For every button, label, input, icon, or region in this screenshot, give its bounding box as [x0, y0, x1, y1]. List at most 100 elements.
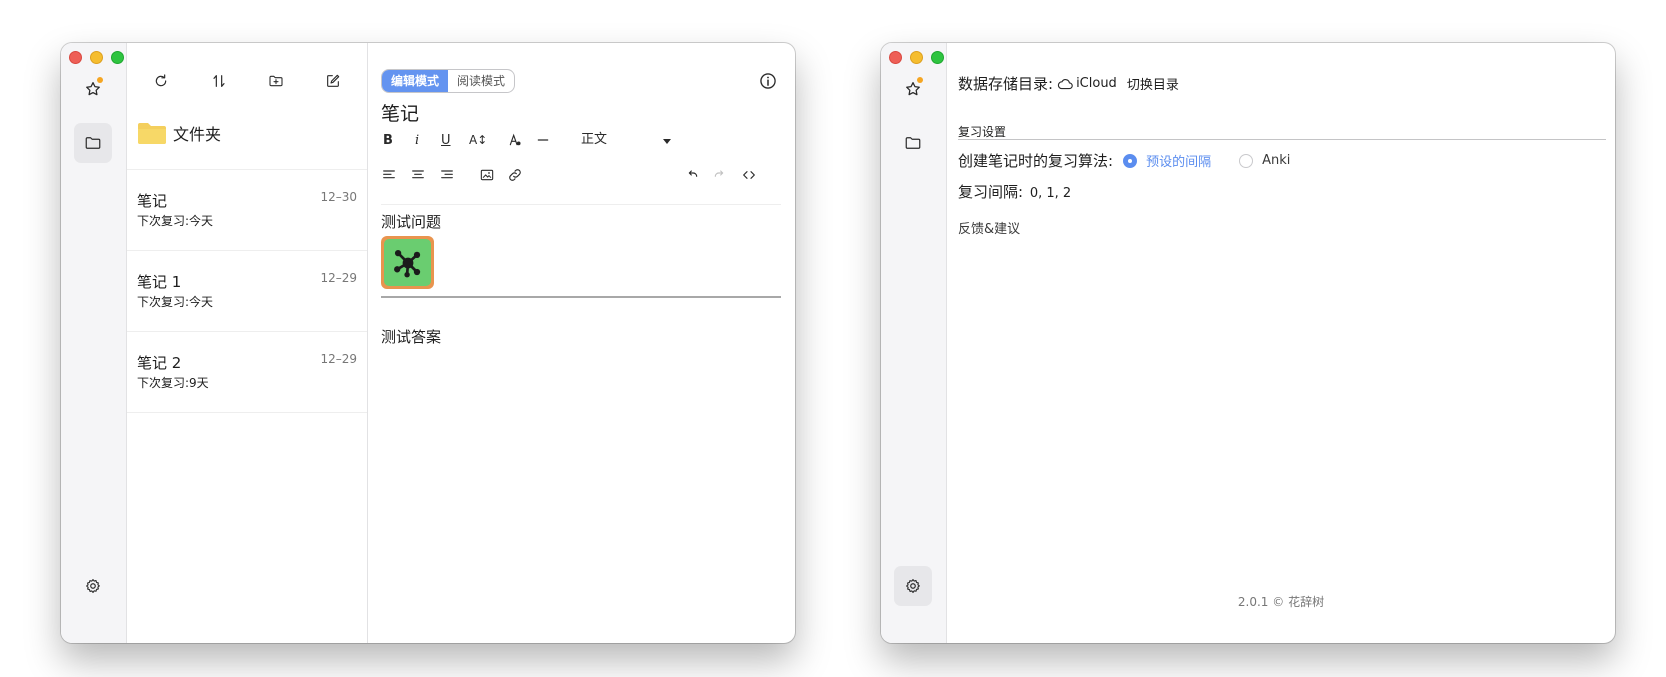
note-title-heading[interactable]: 笔记 — [381, 99, 419, 126]
close-button[interactable] — [889, 51, 902, 64]
radio-button[interactable] — [1123, 153, 1138, 168]
question-answer-separator — [381, 296, 781, 298]
preset-interval-option[interactable]: 预设的间隔 — [1123, 151, 1211, 170]
note-review-info: 下次复习:今天 — [137, 214, 214, 228]
insert-image-button[interactable] — [479, 163, 495, 187]
compose-button[interactable] — [323, 71, 343, 91]
image-icon — [480, 169, 494, 181]
cloud-icon — [1057, 78, 1073, 89]
embedded-image[interactable] — [381, 236, 434, 289]
insert-link-button[interactable] — [507, 163, 523, 187]
algorithm-row: 创建笔记时的复习算法: 预设的间隔 Anki — [958, 150, 1290, 171]
close-button[interactable] — [69, 51, 82, 64]
edit-mode-button[interactable]: 编辑模式 — [382, 70, 449, 92]
read-mode-button[interactable]: 阅读模式 — [448, 70, 514, 92]
redo-icon — [714, 170, 724, 177]
note-list-item[interactable]: 笔记 2 12–29 下次复习:9天 — [127, 332, 367, 413]
note-title: 笔记 1 — [137, 273, 182, 291]
info-icon[interactable] — [758, 71, 778, 91]
note-list-item[interactable]: 笔记 1 12–29 下次复习:今天 — [127, 251, 367, 332]
font-size-button[interactable]: A↕ — [469, 128, 487, 152]
redo-button[interactable] — [712, 163, 728, 187]
align-left-button[interactable] — [381, 163, 397, 187]
text-style-select[interactable]: 正文 — [581, 128, 671, 152]
horizontal-rule-icon — [537, 139, 549, 141]
window-controls — [69, 51, 124, 64]
gear-icon — [86, 579, 100, 593]
format-toolbar-row2 — [381, 163, 781, 187]
radio-button[interactable] — [1239, 153, 1254, 168]
network-icon — [393, 249, 420, 277]
undo-icon — [688, 170, 698, 177]
star-button[interactable] — [74, 69, 112, 109]
note-editor: 编辑模式 阅读模式 笔记 B i U A↕ 正文 测试问题 测试答案 — [368, 43, 795, 643]
storage-label: 数据存储目录: — [958, 75, 1054, 93]
new-folder-icon — [269, 75, 283, 87]
settings-button[interactable] — [894, 566, 932, 606]
link-icon — [509, 169, 521, 181]
minimize-button[interactable] — [90, 51, 103, 64]
interval-value[interactable]: 0, 1, 2 — [1030, 186, 1071, 201]
option-label: Anki — [1262, 153, 1291, 168]
sort-button[interactable] — [209, 71, 229, 91]
storage-row: 数据存储目录: iCloud 切换目录 — [958, 73, 1179, 94]
refresh-button[interactable] — [151, 71, 171, 91]
answer-text[interactable]: 测试答案 — [381, 326, 441, 347]
folder-name: 文件夹 — [173, 125, 222, 144]
interval-row: 复习间隔: 0, 1, 2 — [958, 181, 1071, 202]
section-divider — [958, 139, 1606, 140]
gear-icon — [906, 579, 920, 593]
chevron-down-icon — [663, 139, 671, 144]
zoom-button[interactable] — [111, 51, 124, 64]
folder-button[interactable] — [894, 123, 932, 163]
option-label: 预设的间隔 — [1146, 155, 1212, 170]
settings-window: 数据存储目录: iCloud 切换目录 复习设置 创建笔记时的复习算法: 预设的… — [881, 43, 1615, 643]
note-list-item[interactable]: 笔记 12–30 下次复习:今天 — [127, 170, 367, 251]
code-icon — [743, 171, 755, 179]
bold-button[interactable]: B — [383, 128, 393, 152]
feedback-link[interactable]: 反馈&建议 — [958, 218, 1020, 237]
text-style-value: 正文 — [581, 132, 608, 147]
note-date: 12–30 — [320, 190, 357, 204]
note-list-panel: 文件夹 笔记 12–30 下次复习:今天 笔记 1 12–29 下次复习:今天 … — [127, 43, 368, 643]
minimize-button[interactable] — [910, 51, 923, 64]
text-color-button[interactable] — [507, 128, 523, 152]
folder-icon — [85, 137, 101, 149]
switch-directory-button[interactable]: 切换目录 — [1127, 74, 1179, 93]
zoom-button[interactable] — [931, 51, 944, 64]
align-left-icon — [383, 170, 395, 179]
align-right-button[interactable] — [439, 163, 455, 187]
notification-dot — [97, 77, 103, 83]
note-title: 笔记 — [137, 192, 168, 210]
align-center-button[interactable] — [410, 163, 426, 187]
storage-value: iCloud — [1076, 76, 1117, 91]
sidebar-rail — [881, 43, 947, 643]
text-color-icon — [509, 133, 521, 146]
undo-button[interactable] — [684, 163, 700, 187]
version-footer: 2.0.1 © 花辞树 — [1237, 595, 1325, 609]
list-toolbar — [127, 71, 367, 97]
mode-switch: 编辑模式 阅读模式 — [381, 69, 516, 93]
note-date: 12–29 — [320, 352, 357, 366]
note-title: 笔记 2 — [137, 354, 182, 372]
star-button[interactable] — [894, 69, 932, 109]
underline-button[interactable]: U — [441, 128, 451, 152]
note-review-info: 下次复习:9天 — [137, 376, 209, 390]
folder-header[interactable]: 文件夹 — [137, 121, 221, 145]
code-view-button[interactable] — [741, 163, 757, 187]
settings-button[interactable] — [74, 566, 112, 606]
settings-panel: 数据存储目录: iCloud 切换目录 复习设置 创建笔记时的复习算法: 预设的… — [947, 43, 1615, 643]
question-text[interactable]: 测试问题 — [381, 211, 441, 232]
interval-label: 复习间隔: — [958, 183, 1024, 201]
folder-button[interactable] — [74, 123, 112, 163]
new-folder-button[interactable] — [266, 71, 286, 91]
divider — [381, 204, 781, 205]
folder-yellow-icon — [138, 123, 166, 144]
sort-icon — [213, 75, 225, 87]
sidebar-rail — [61, 43, 127, 643]
horizontal-rule-button[interactable] — [535, 128, 551, 152]
format-toolbar-row1: B i U A↕ 正文 — [381, 128, 781, 152]
compose-icon — [327, 74, 340, 87]
anki-option[interactable]: Anki — [1239, 153, 1290, 168]
italic-button[interactable]: i — [415, 128, 419, 152]
